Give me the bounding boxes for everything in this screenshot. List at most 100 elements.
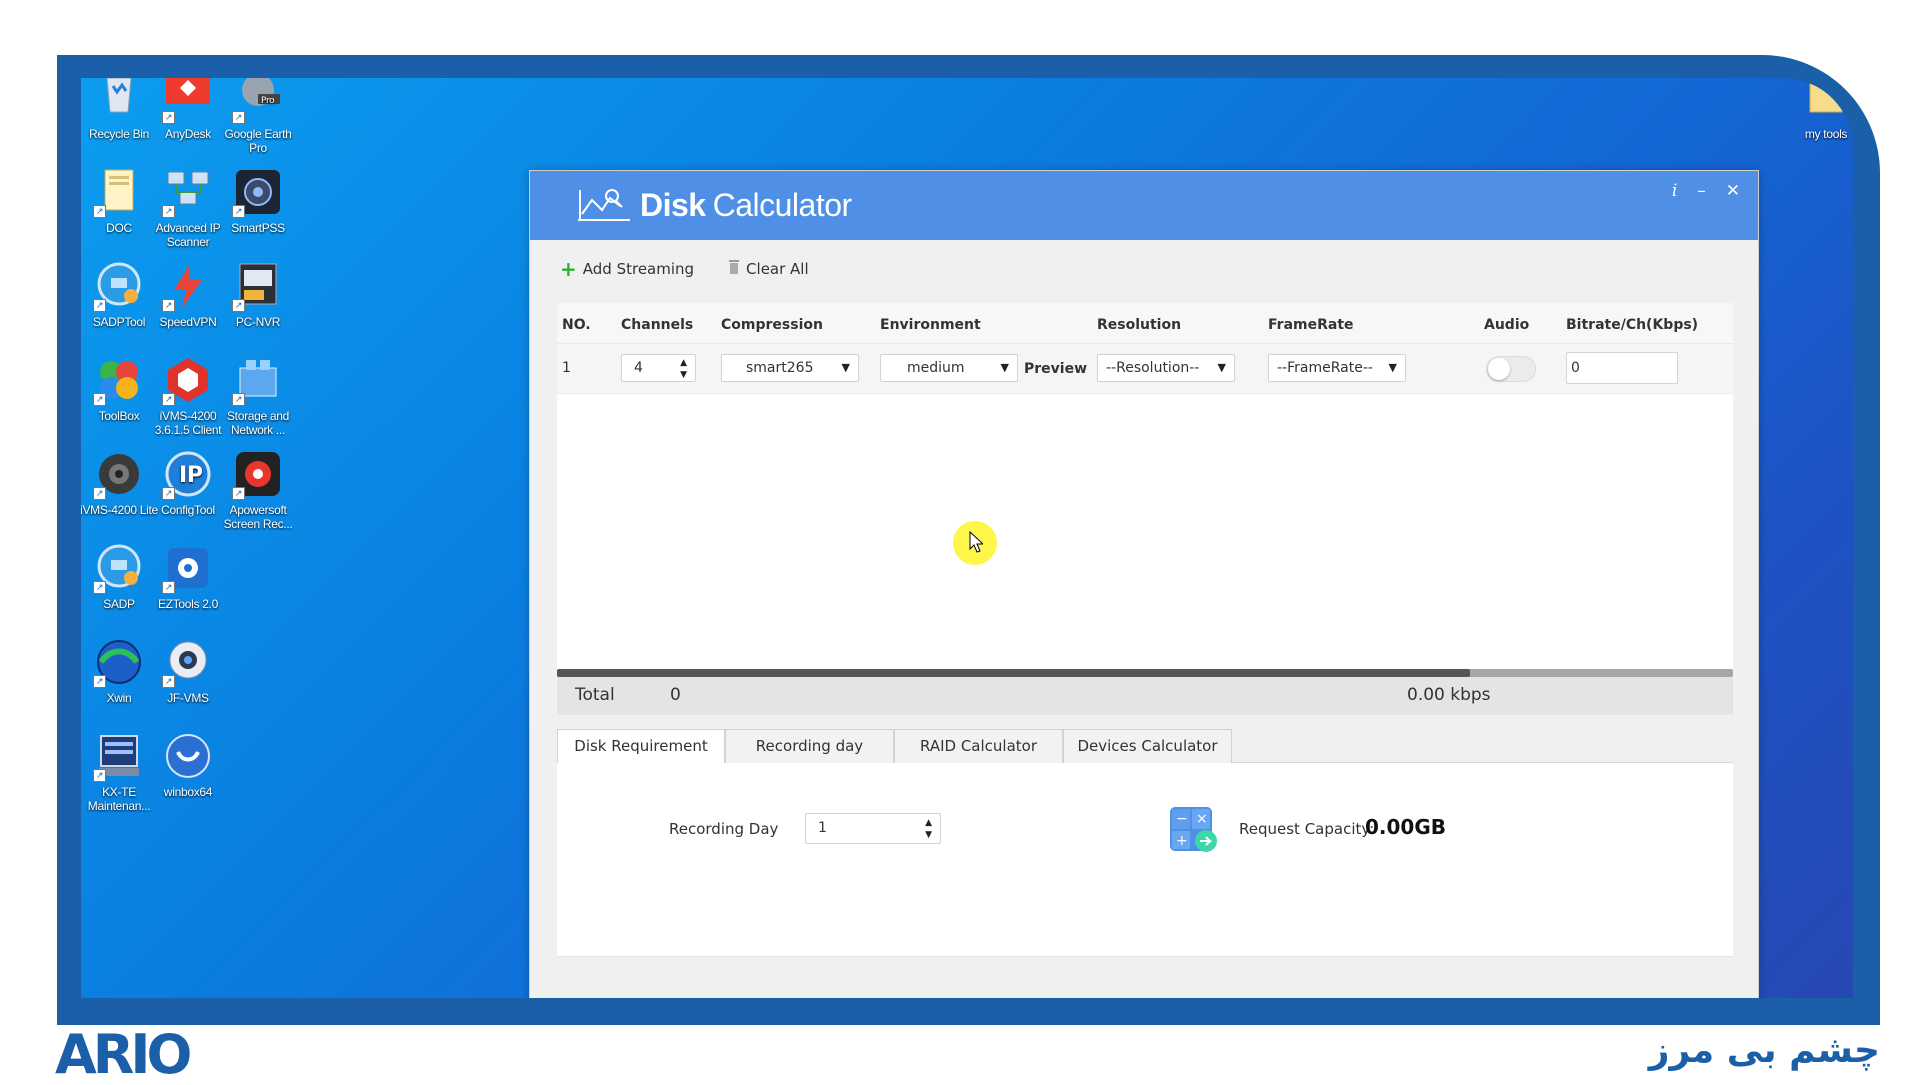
add-streaming-button[interactable]: + Add Streaming xyxy=(560,257,694,281)
speedvpn-icon: ↗ xyxy=(162,260,214,312)
calculator-icon: − × + xyxy=(1168,805,1220,859)
chevron-down-icon: ▼ xyxy=(1000,361,1009,374)
desktop-icon-label: PC-NVR xyxy=(235,315,281,329)
folder-icon: ↗ xyxy=(93,166,145,218)
winbox-icon xyxy=(162,730,214,782)
clear-all-label: Clear All xyxy=(746,260,809,278)
desktop-icon-label: JF-VMS xyxy=(167,691,209,705)
audio-toggle[interactable] xyxy=(1486,356,1536,382)
svg-text:×: × xyxy=(1196,811,1208,827)
column-header: FrameRate xyxy=(1268,317,1354,333)
chevron-down-icon: ▼ xyxy=(1217,361,1226,374)
desktop-icon-pc-nvr[interactable]: ↗ PC-NVR xyxy=(217,260,299,329)
anydesk-icon: ↗ xyxy=(162,78,214,124)
desktop-icon-smartpss[interactable]: ↗ SmartPSS xyxy=(217,166,299,235)
chart-logo-icon xyxy=(576,184,632,228)
column-header: Environment xyxy=(880,317,981,333)
disk-requirement-panel: Recording Day 1 ▲ ▼ − × + Request Capacity:… xyxy=(557,763,1733,957)
desktop-icon-storage-network[interactable]: ↗ Storage and Network ... xyxy=(217,354,299,437)
close-icon[interactable]: ✕ xyxy=(1726,181,1740,201)
preview-link[interactable]: Preview xyxy=(1024,361,1087,377)
toolbar: + Add Streaming Clear All xyxy=(560,257,809,281)
pc-nvr-icon: ↗ xyxy=(232,260,284,312)
svg-text:IP: IP xyxy=(179,463,203,488)
add-streaming-label: Add Streaming xyxy=(582,260,695,278)
bitrate-input[interactable]: 0 xyxy=(1566,352,1678,384)
desktop-icon-label: Storage and Network ... xyxy=(226,409,290,437)
desktop-icon-apowersoft[interactable]: ↗ Apowersoft Screen Rec... xyxy=(217,448,299,531)
logo-text: ARIO xyxy=(55,1025,190,1081)
desktop-icon-label: EZTools 2.0 xyxy=(157,597,219,611)
desktop-icon-eztools[interactable]: ↗ EZTools 2.0 xyxy=(147,542,229,611)
stepper-arrows-icon[interactable]: ▲ ▼ xyxy=(925,817,932,841)
clear-all-button[interactable]: Clear All xyxy=(728,257,809,281)
smartpss-icon: ↗ xyxy=(232,166,284,218)
sadp-icon: ↗ xyxy=(93,542,145,594)
request-capacity-label: Request Capacity: xyxy=(1239,820,1375,838)
eztools-icon: ↗ xyxy=(162,542,214,594)
tab-devices-calculator[interactable]: Devices Calculator xyxy=(1063,729,1232,763)
framerate-select[interactable]: --FrameRate-- ▼ xyxy=(1268,354,1406,382)
column-header: Resolution xyxy=(1097,317,1182,333)
column-header: Bitrate/Ch(Kbps) xyxy=(1566,317,1699,333)
toggle-knob xyxy=(1488,358,1510,380)
ivms-lite-icon: ↗ xyxy=(93,448,145,500)
environment-value: medium xyxy=(907,360,965,376)
table-row: 1 4 ▲ ▼ smart265 ▼ medium ▼ Preview --Res… xyxy=(557,344,1733,394)
resolution-select[interactable]: --Resolution-- ▼ xyxy=(1097,354,1235,382)
table-header: NO. Channels Compression Environment Res… xyxy=(557,303,1733,344)
recording-day-stepper[interactable]: 1 ▲ ▼ xyxy=(805,813,941,844)
trash-icon xyxy=(728,259,740,279)
desktop-icon-label: my tools xyxy=(1804,127,1848,141)
resolution-value: --Resolution-- xyxy=(1106,360,1200,376)
column-header: Audio xyxy=(1484,317,1530,333)
compression-select[interactable]: smart265 ▼ xyxy=(721,354,859,382)
xwin-icon: ↗ xyxy=(93,636,145,688)
total-count: 0 xyxy=(670,685,681,705)
window-controls: i – ✕ xyxy=(1672,181,1740,201)
app-title-rest: Calculator xyxy=(712,187,853,223)
channels-value: 4 xyxy=(634,360,643,376)
stepper-arrows-icon[interactable]: ▲ ▼ xyxy=(680,357,687,381)
plus-icon: + xyxy=(560,257,577,281)
desktop-icon-jf-vms[interactable]: ↗ JF-VMS xyxy=(147,636,229,705)
total-label: Total xyxy=(575,685,615,705)
title-bar: Disk Calculator i – ✕ xyxy=(530,171,1758,240)
compression-value: smart265 xyxy=(746,360,814,376)
column-header: NO. xyxy=(562,317,591,333)
ivms-client-icon: ↗ xyxy=(162,354,214,406)
channels-stepper[interactable]: 4 ▲ ▼ xyxy=(621,354,696,382)
svg-text:+: + xyxy=(1176,833,1188,849)
horizontal-scrollbar[interactable] xyxy=(557,669,1733,677)
tab-disk-requirement[interactable]: Disk Requirement xyxy=(557,729,725,764)
toolbox-icon: ↗ xyxy=(93,354,145,406)
folder-icon xyxy=(1800,78,1852,124)
tab-recording-day[interactable]: Recording day xyxy=(725,729,894,763)
total-kbps: 0.00 kbps xyxy=(1407,685,1491,705)
row-number: 1 xyxy=(562,360,571,376)
desktop-icon-label: Apowersoft Screen Rec... xyxy=(223,503,293,531)
minimize-icon[interactable]: – xyxy=(1697,181,1706,201)
tab-raid-calculator[interactable]: RAID Calculator xyxy=(894,729,1063,763)
apowersoft-icon: ↗ xyxy=(232,448,284,500)
environment-select[interactable]: medium ▼ xyxy=(880,354,1018,382)
sadp-tool-icon: ↗ xyxy=(93,260,145,312)
google-earth-icon: Pro ↗ xyxy=(232,78,284,124)
desktop-icon-my-tools[interactable]: my tools xyxy=(1785,78,1853,141)
ario-logo: ARIO xyxy=(55,1023,205,1085)
chevron-down-icon: ▼ xyxy=(841,361,850,374)
config-tool-icon: IP ↗ xyxy=(162,448,214,500)
calculator-tabs: Disk Requirement Recording day RAID Calc… xyxy=(557,729,1733,764)
total-bar: Total 0 0.00 kbps xyxy=(557,677,1733,715)
jf-vms-icon: ↗ xyxy=(162,636,214,688)
kx-te-icon: ↗ xyxy=(93,730,145,782)
column-header: Compression xyxy=(721,317,823,333)
info-icon[interactable]: i xyxy=(1672,181,1677,201)
disk-calculator-window: Disk Calculator i – ✕ + Add Streaming Cl… xyxy=(529,170,1759,998)
recycle-bin-icon xyxy=(93,78,145,124)
desktop-icon-winbox[interactable]: winbox64 xyxy=(147,730,229,799)
app-title-bold: Disk xyxy=(640,187,706,223)
desktop-icon-google-earth[interactable]: Pro ↗ Google Earth Pro xyxy=(217,78,299,155)
streaming-table: NO. Channels Compression Environment Res… xyxy=(557,303,1733,675)
scrollbar-thumb[interactable] xyxy=(557,669,1470,677)
